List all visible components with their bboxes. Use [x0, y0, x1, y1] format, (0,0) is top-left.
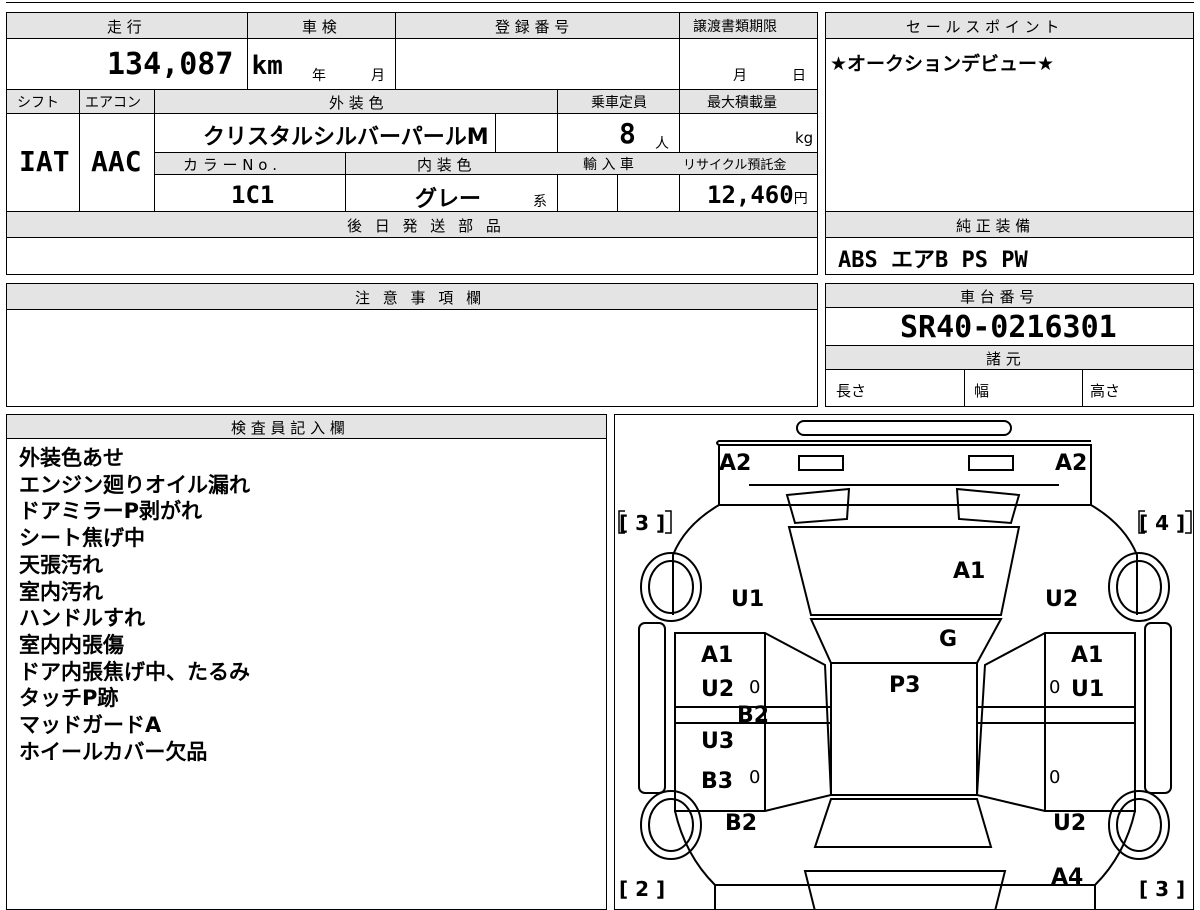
mark-door-rl-zero: 0 [749, 767, 761, 788]
exterior-color-value: クリスタルシルバーパールM [203, 125, 489, 150]
aircon-label: エアコン [85, 95, 141, 111]
inspector-notes-list: 外装色あせ エンジン廻りオイル漏れ ドアミラーP剥がれ シート焦げ中 天張汚れ … [19, 445, 250, 765]
inspector-note: ホイールカバー欠品 [19, 739, 208, 764]
mark-rear-right: A4 [1051, 865, 1084, 890]
inspector-box: 検 査 員 記 入 欄 外装色あせ エンジン廻りオイル漏れ ドアミラーP剥がれ … [6, 414, 607, 910]
mark-roof: P3 [889, 673, 921, 698]
specs-height: 高さ [1090, 382, 1121, 400]
aircon-value: AAC [91, 145, 142, 178]
mark-front-right: A2 [1055, 451, 1088, 476]
interior-color-suffix: 系 [533, 194, 547, 210]
mark-door-fr-2: U1 [1071, 677, 1105, 702]
sales-point-box: セ ー ル ス ポ イ ン ト ★オークションデビュー★ [825, 12, 1194, 212]
mark-windshield: G [939, 627, 958, 652]
color-no-value: 1C1 [231, 181, 275, 209]
sales-point-label: セ ー ル ス ポ イ ン ト [906, 18, 1060, 36]
shaken-month: 月 [371, 68, 385, 84]
mark-door-rr-zero: 0 [1049, 767, 1061, 788]
mark-door-rl-1: U3 [701, 729, 735, 754]
inspector-note: シート焦げ中 [19, 526, 145, 551]
genuine-equipment-value: ABS エアB PS PW [838, 248, 1028, 273]
registration-label: 登 録 番 号 [495, 18, 570, 36]
mark-door-fr-1: A1 [1071, 643, 1104, 668]
capacity-unit: 人 [655, 136, 669, 152]
interior-color-label: 内 装 色 [417, 156, 472, 174]
mark-door-fr-zero: 0 [1049, 677, 1061, 698]
notes-label: 注 意 事 項 欄 [355, 289, 486, 307]
later-parts-label: 後 日 発 送 部 品 [347, 217, 505, 235]
specs-length: 長さ [836, 382, 867, 400]
inspector-label: 検 査 員 記 入 欄 [231, 419, 345, 437]
inspector-note: エンジン廻りオイル漏れ [19, 472, 250, 497]
mark-front-left: A2 [719, 451, 752, 476]
max-load-unit: kg [795, 129, 814, 147]
tire-label-rear-left: [ 2 ] [619, 877, 666, 901]
tire-label-front-right: [ 4 ] [1139, 511, 1186, 535]
genuine-equipment-box: 純 正 装 備 ABS エアB PS PW [825, 211, 1194, 275]
max-load-label: 最大積載量 [707, 95, 777, 111]
capacity-label: 乗車定員 [591, 95, 647, 111]
mark-pillar-left: B2 [737, 703, 770, 728]
shift-value: IAT [19, 145, 70, 178]
inspector-note: ハンドルすれ [19, 606, 145, 631]
interior-color-value: グレー [415, 187, 482, 212]
chassis-no-value: SR40-0216301 [900, 310, 1117, 345]
capacity-value: 8 [619, 117, 636, 150]
shift-label: シフト [17, 95, 59, 111]
mark-door-fl-2: U2 [701, 677, 735, 702]
import-label: 輸 入 車 [583, 157, 634, 173]
shaken-year: 年 [312, 68, 326, 84]
inspector-note: タッチP跡 [19, 686, 119, 711]
transfer-day: 日 [792, 68, 806, 84]
genuine-equipment-label: 純 正 装 備 [956, 217, 1031, 235]
transfer-deadline-label: 譲渡書類期限 [693, 19, 777, 35]
specs-label: 諸 元 [986, 350, 1021, 368]
inspector-note: ドアミラーP剥がれ [19, 499, 202, 524]
later-parts-box: 後 日 発 送 部 品 [6, 211, 818, 275]
tire-label-front-left: [ 3 ] [619, 511, 666, 535]
inspector-note: 天張汚れ [19, 552, 103, 577]
car-damage-diagram: [ 3 ] [ 4 ] [ 2 ] [ 3 ] A2 A2 A1 U1 U2 G… [614, 414, 1194, 910]
mark-rear-quarter-left: B2 [725, 811, 758, 836]
specs-width: 幅 [974, 382, 990, 400]
color-no-label: カ ラ ー N o . [183, 156, 278, 174]
mark-hood: A1 [953, 559, 986, 584]
mark-door-fl-1: A1 [701, 643, 734, 668]
recycle-fee-value: 12,460円 [707, 181, 808, 209]
mark-door-fl-zero: 0 [749, 677, 761, 698]
chassis-no-label: 車 台 番 号 [960, 288, 1035, 306]
notes-box: 注 意 事 項 欄 [6, 283, 818, 407]
inspector-note: 室内内張傷 [19, 632, 124, 657]
chassis-specs-box: 車 台 番 号 SR40-0216301 諸 元 長さ 幅 高さ [825, 283, 1194, 407]
mark-fender-left: U1 [731, 587, 765, 612]
sales-point-value: ★オークションデビュー★ [830, 53, 1055, 75]
mark-fender-right: U2 [1045, 587, 1079, 612]
inspector-note: 室内汚れ [19, 579, 103, 604]
recycle-fee-label: リサイクル預託金 [683, 158, 787, 173]
tire-label-rear-right: [ 3 ] [1139, 877, 1186, 901]
vehicle-info-table: 走 行 車 検 登 録 番 号 譲渡書類期限 134,087 km 年 月 月 … [6, 12, 818, 213]
shaken-label: 車 検 [302, 18, 337, 36]
top-cutoff-row [6, 2, 1194, 3]
inspector-note: 外装色あせ [19, 446, 124, 470]
mileage-value: 134,087 km [107, 47, 283, 82]
mark-rear-quarter-right: U2 [1053, 811, 1087, 836]
inspector-note: ドア内張焦げ中、たるみ [19, 659, 250, 684]
mark-door-rl-2: B3 [701, 769, 734, 794]
mileage-label: 走 行 [107, 18, 142, 36]
transfer-month: 月 [733, 68, 747, 84]
inspector-note: マッドガードA [19, 713, 162, 738]
exterior-color-label: 外 装 色 [329, 94, 384, 112]
